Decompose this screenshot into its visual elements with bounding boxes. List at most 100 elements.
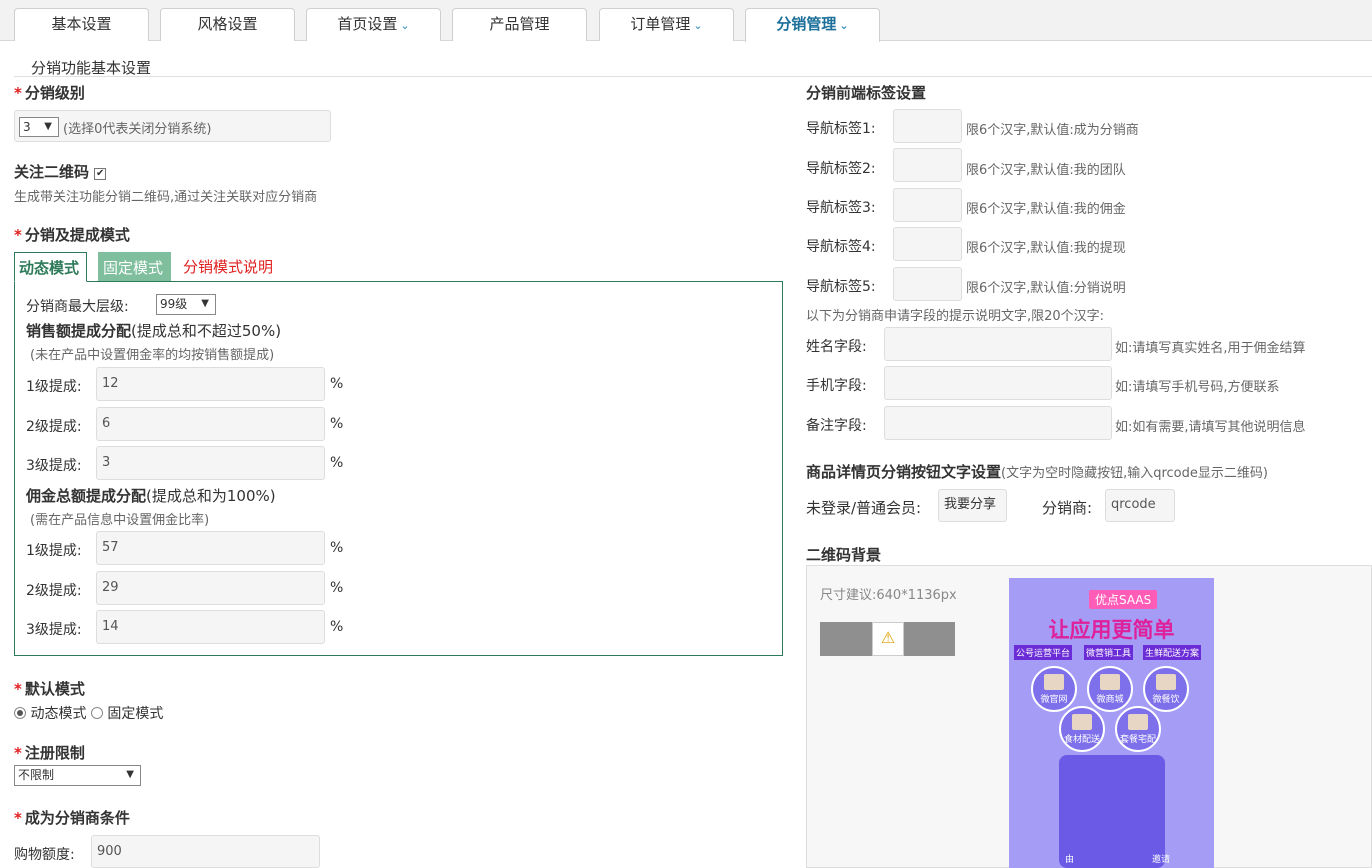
level-select[interactable]: 3 ▼ — [19, 117, 59, 137]
tab-label: 订单管理 — [630, 15, 691, 33]
poster-circle-label: 食材配送 — [1063, 735, 1100, 745]
default-mode-heading: * 默认模式 — [14, 678, 85, 699]
commission-level-2-input[interactable]: 29 — [96, 571, 325, 605]
max-level-label: 分销商最大层级: — [26, 299, 129, 315]
sales-level-2-input[interactable]: 6 — [96, 407, 325, 441]
commission-title-row: 佣金总额提成分配(提成总和为100%) — [26, 485, 276, 506]
qr-bg-broken-image[interactable]: ⚠ — [820, 622, 955, 656]
qr-bg-poster-preview: 优点SAAS 让应用更简单 公号运营平台 微营销工具 生鲜配送方案 微官网 微商… — [1009, 578, 1214, 868]
tab-fixed-mode[interactable]: 固定模式 — [98, 252, 171, 282]
commission-level-1-input[interactable]: 57 — [96, 531, 325, 565]
commission-level-3-input[interactable]: 14 — [96, 610, 325, 644]
percent-unit: % — [330, 619, 344, 635]
tab-style-settings[interactable]: 风格设置 — [160, 8, 295, 41]
poster-circle: 微餐饮 — [1143, 666, 1189, 712]
commission-level-1-label: 1级提成: — [26, 543, 82, 559]
required-mark: * — [14, 84, 22, 102]
qr-bg-size-hint: 尺寸建议:640*1136px — [820, 588, 957, 603]
food-icon — [1072, 714, 1092, 730]
required-mark: * — [14, 226, 22, 244]
purchase-amount-input[interactable]: 900 — [91, 835, 320, 868]
chevron-down-icon: ⌄ — [400, 19, 410, 32]
required-mark: * — [14, 680, 22, 698]
nav-tag-1-hint: 限6个汉字,默认值:成为分销商 — [966, 123, 1139, 138]
fixed-mode-option-label: 固定模式 — [107, 706, 164, 722]
chevron-down-icon: ⌄ — [839, 19, 849, 32]
remark-field-input[interactable] — [884, 406, 1112, 440]
nav-tag-5-hint: 限6个汉字,默认值:分销说明 — [966, 281, 1126, 296]
mode-label: 分销及提成模式 — [24, 226, 130, 244]
level-hint: (选择0代表关闭分销系统) — [63, 122, 212, 137]
sales-title-row: 销售额提成分配(提成总和不超过50%) — [26, 320, 281, 341]
tab-label: 基本设置 — [51, 15, 112, 33]
tab-mode-explanation[interactable]: 分销模式说明 — [179, 252, 277, 282]
tab-label: 风格设置 — [197, 15, 258, 33]
member-button-input[interactable]: 我要分享 — [938, 489, 1007, 522]
phone-field-input[interactable] — [884, 366, 1112, 400]
name-field-label: 姓名字段: — [806, 339, 867, 355]
name-field-input[interactable] — [884, 327, 1112, 361]
nav-tag-1-input[interactable] — [893, 109, 962, 143]
nav-tag-4-input[interactable] — [893, 227, 962, 261]
tab-label: 首页设置 — [337, 15, 398, 33]
nav-tag-4-label: 导航标签4: — [806, 239, 876, 255]
fixed-mode-radio[interactable] — [90, 707, 103, 719]
qrcode-follow-label: 关注二维码 — [14, 163, 90, 181]
warning-icon: ⚠ — [872, 622, 904, 656]
tab-home-settings[interactable]: 首页设置 ⌄ — [306, 8, 441, 41]
sales-level-2-label: 2级提成: — [26, 419, 82, 435]
tab-label: 固定模式 — [103, 259, 164, 277]
max-level-select[interactable]: 99级 ▼ — [156, 294, 216, 315]
nav-tag-5-input[interactable] — [893, 267, 962, 301]
front-tags-title: 分销前端标签设置 — [806, 84, 927, 102]
commission-level-3-label: 3级提成: — [26, 622, 82, 638]
remark-field-hint: 如:如有需要,请填写其他说明信息 — [1115, 420, 1306, 435]
poster-circle-label: 微餐饮 — [1152, 695, 1180, 705]
tab-product-management[interactable]: 产品管理 — [452, 8, 587, 41]
tab-order-management[interactable]: 订单管理 ⌄ — [599, 8, 734, 41]
food-icon — [1128, 714, 1148, 730]
default-mode-options: 动态模式 固定模式 — [14, 703, 163, 723]
level-field: 3 ▼ (选择0代表关闭分销系统) — [14, 110, 331, 142]
tab-dynamic-mode[interactable]: 动态模式 — [14, 252, 87, 282]
commission-title: 佣金总额提成分配 — [26, 487, 147, 505]
nav-tag-5-label: 导航标签5: — [806, 279, 876, 295]
food-icon — [1044, 674, 1064, 690]
sales-title: 销售额提成分配 — [26, 322, 132, 340]
purchase-amount-label: 购物额度: — [14, 847, 75, 863]
distributor-button-label: 分销商: — [1042, 499, 1093, 517]
percent-unit: % — [330, 580, 344, 596]
detail-button-title: 商品详情页分销按钮文字设置 — [806, 463, 1002, 481]
default-mode-label: 默认模式 — [24, 680, 85, 698]
nav-tag-1-label: 导航标签1: — [806, 121, 876, 137]
sales-level-1-label: 1级提成: — [26, 379, 82, 395]
register-limit-heading: * 注册限制 — [14, 742, 85, 763]
nav-tag-2-label: 导航标签2: — [806, 161, 876, 177]
nav-tag-3-input[interactable] — [893, 188, 962, 222]
dropdown-arrow-icon: ▼ — [126, 769, 134, 780]
sales-level-1-input[interactable]: 12 — [96, 367, 325, 401]
commission-sub: (需在产品信息中设置佣金比率) — [30, 513, 210, 528]
poster-qr-area — [1059, 755, 1165, 868]
tab-basic-settings[interactable]: 基本设置 — [14, 8, 149, 41]
sales-note: (提成总和不超过50%) — [131, 322, 282, 340]
register-limit-select[interactable]: 不限制 ▼ — [14, 765, 141, 786]
nav-tag-2-input[interactable] — [893, 148, 962, 182]
apply-fields-note: 以下为分销商申请字段的提示说明文字,限20个汉字: — [806, 309, 1105, 324]
detail-button-note: (文字为空时隐藏按钮,输入qrcode显示二维码) — [1001, 466, 1268, 481]
mode-heading: * 分销及提成模式 — [14, 224, 130, 245]
poster-chip: 生鲜配送方案 — [1143, 645, 1202, 660]
become-condition-heading: * 成为分销商条件 — [14, 807, 130, 828]
tab-distribution-management[interactable]: 分销管理 ⌄ — [745, 8, 880, 42]
qrcode-follow-checkbox[interactable]: ✔ — [94, 168, 107, 180]
level-label: 分销级别 — [24, 84, 85, 102]
distributor-button-input[interactable]: qrcode — [1105, 489, 1175, 522]
dynamic-mode-radio[interactable] — [14, 707, 26, 719]
sales-level-3-input[interactable]: 3 — [96, 446, 325, 480]
percent-unit: % — [330, 455, 344, 471]
tab-label: 动态模式 — [19, 259, 80, 277]
poster-invite-label: 邀请 — [1152, 855, 1171, 865]
register-limit-value: 不限制 — [18, 768, 55, 782]
level-heading: * 分销级别 — [14, 82, 85, 103]
qr-bg-title: 二维码背景 — [806, 546, 882, 564]
